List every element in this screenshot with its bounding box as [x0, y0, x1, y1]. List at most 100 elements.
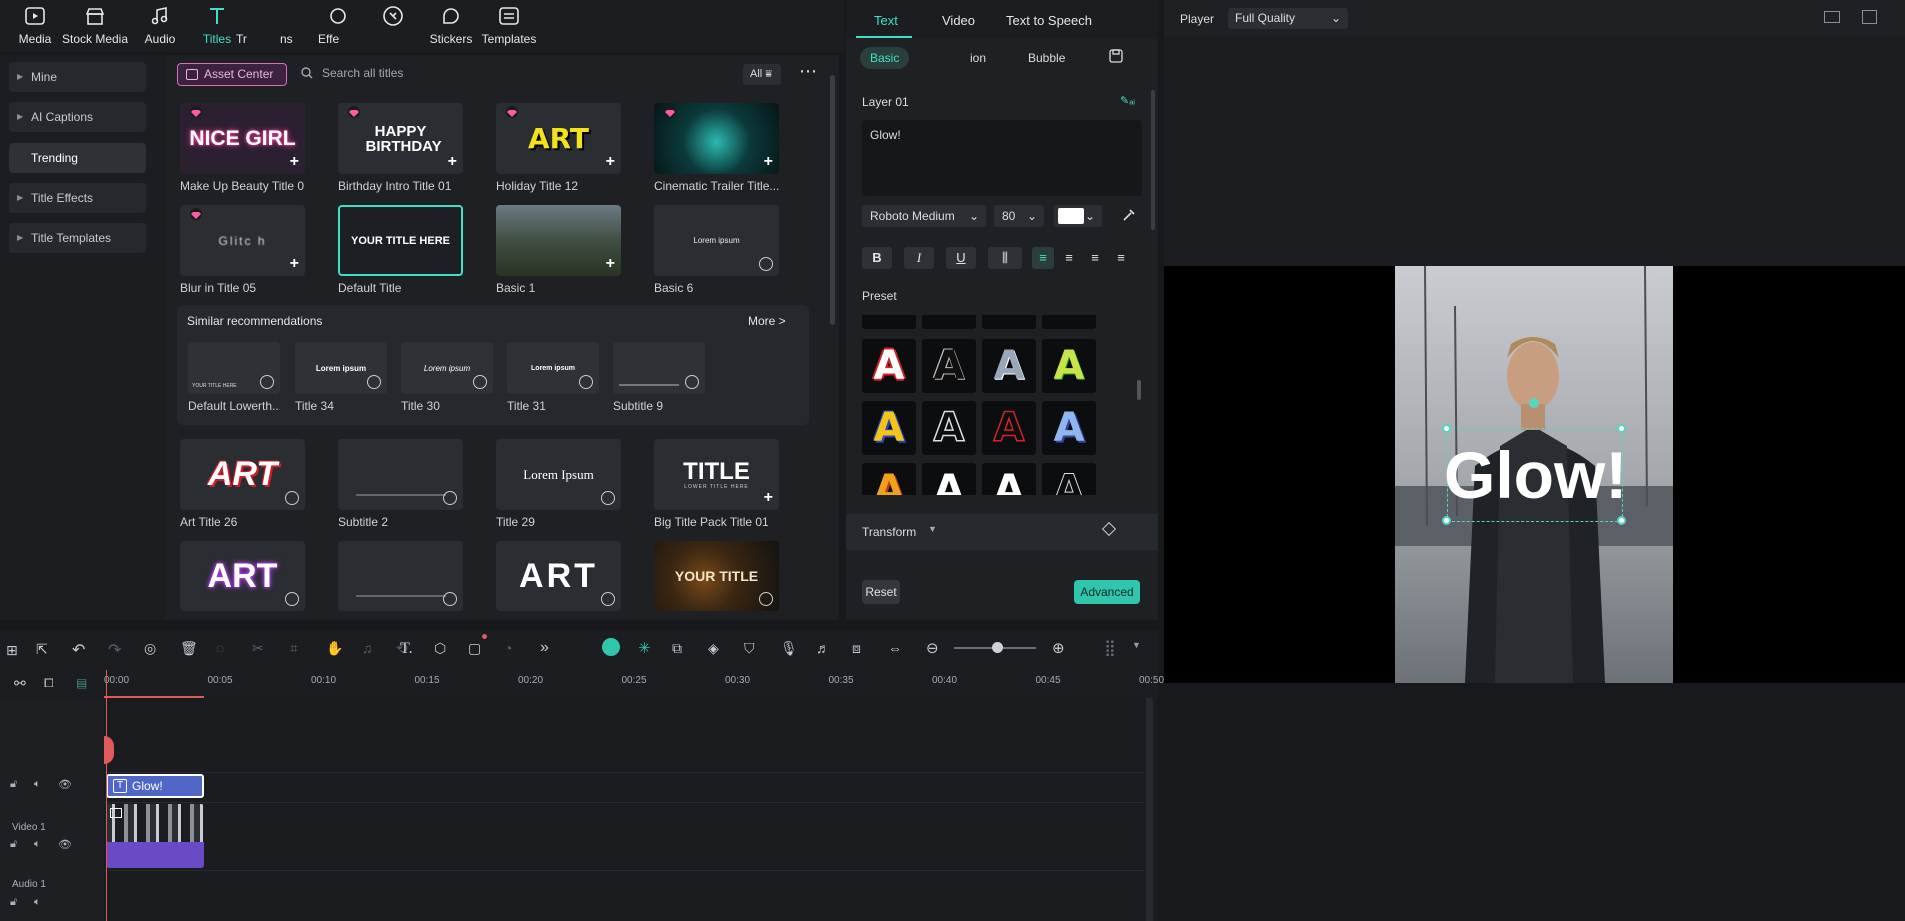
undo-icon[interactable]: ↶ [72, 640, 85, 660]
preset-scrollbar[interactable] [1137, 380, 1141, 400]
preset-tile[interactable]: A [982, 401, 1036, 455]
title-tile[interactable]: HAPPY BIRTHDAY + Birthday Intro Title 01 [338, 103, 463, 193]
preset-tile[interactable]: A [982, 315, 1036, 329]
download-icon[interactable] [260, 375, 274, 389]
add-icon[interactable]: + [606, 154, 615, 170]
tab-text-to-speech[interactable]: Text to Speech [1006, 13, 1092, 28]
download-icon[interactable] [443, 491, 457, 505]
ai-tool-icon[interactable]: ◎ [144, 640, 156, 657]
title-text-input[interactable]: Glow! [862, 120, 1142, 196]
preset-tile[interactable]: A [922, 401, 976, 455]
download-icon[interactable] [601, 592, 615, 606]
download-icon[interactable] [285, 491, 299, 505]
download-icon[interactable] [759, 592, 773, 606]
title-tile[interactable]: NICE GIRL + Make Up Beauty Title 01 [180, 103, 305, 193]
title-tile[interactable]: Lorem ipsum Basic 6 [654, 205, 779, 295]
video-clip[interactable] [106, 804, 204, 868]
volume-icon[interactable]: 🔈︎ [34, 778, 41, 791]
zoom-slider-handle[interactable] [992, 642, 1003, 653]
toolbar-effects[interactable]: Effe [318, 4, 358, 46]
select-tool-icon[interactable]: ⇱ [36, 641, 48, 658]
preset-tile[interactable]: A [1042, 315, 1096, 329]
props-scrollbar[interactable] [1151, 90, 1155, 230]
title-tile[interactable]: ART + Holiday Title 12 [496, 103, 621, 193]
download-icon[interactable] [473, 375, 487, 389]
resize-handle[interactable] [1442, 516, 1451, 525]
resize-handle[interactable] [1617, 424, 1626, 433]
preview-title-text[interactable]: Glow! [1444, 437, 1627, 513]
align-left-button[interactable]: ≡ [1032, 247, 1054, 269]
lock-icon[interactable]: 🔓︎ [10, 838, 17, 851]
title-clip[interactable]: T Glow! [106, 774, 204, 798]
title-tile[interactable]: ART [496, 541, 621, 611]
resize-handle[interactable] [1617, 516, 1626, 525]
fit-icon[interactable]: ⇔ [888, 640, 902, 656]
title-tile[interactable]: + Cinematic Trailer Title... [654, 103, 779, 193]
recommendation-tile[interactable]: Lorem ipsum Title 31 [507, 342, 599, 413]
split-icon[interactable]: ✂ [252, 640, 264, 657]
microphone-icon[interactable]: 🎙 [780, 640, 798, 657]
recommendation-tile[interactable]: Lorem ipsum Title 30 [401, 342, 493, 413]
download-icon[interactable] [579, 375, 593, 389]
align-center-button[interactable]: ≡ [1058, 247, 1080, 269]
volume-icon[interactable]: 🔈︎ [34, 838, 41, 851]
lock-icon[interactable]: 🔓︎ [10, 896, 17, 909]
preset-tile[interactable]: A [922, 463, 976, 495]
preset-tile[interactable]: A [982, 463, 1036, 495]
crop-icon[interactable]: ◌ [216, 640, 224, 656]
caret-down-icon[interactable]: ▼ [1132, 640, 1141, 650]
stabilize-icon[interactable]: ◔ [504, 640, 512, 656]
text-tool-icon[interactable]: T. [400, 640, 413, 658]
sidebar-item-title-templates[interactable]: ▶ Title Templates [9, 223, 146, 253]
preset-tile[interactable]: A [1042, 463, 1096, 495]
recommendation-tile[interactable]: Subtitle 9 [613, 342, 705, 413]
add-icon[interactable]: + [764, 154, 773, 170]
shield-icon[interactable]: ⛉ [744, 640, 755, 657]
download-icon[interactable] [367, 375, 381, 389]
rotate-handle[interactable] [1529, 398, 1539, 408]
sidebar-item-mine[interactable]: ▶ Mine [9, 62, 146, 92]
recommendation-tile[interactable]: YOUR TITLE HERE Default Lowerth... [188, 342, 280, 413]
add-icon[interactable]: + [290, 256, 299, 272]
recommendation-tile[interactable]: Lorem ipsum Title 34 [295, 342, 387, 413]
title-tile[interactable]: Subtitle 2 [338, 439, 463, 529]
resize-handle[interactable] [1442, 424, 1451, 433]
sidebar-item-title-effects[interactable]: ▶ Title Effects [9, 183, 146, 213]
download-icon[interactable] [285, 592, 299, 606]
sidebar-item-trending[interactable]: Trending [9, 143, 146, 173]
add-icon[interactable]: + [290, 154, 299, 170]
preset-tile[interactable]: A [1042, 339, 1096, 393]
preset-tile[interactable]: A [862, 315, 916, 329]
render-icon[interactable]: ⧉ [672, 640, 682, 657]
toolbar-transitions-label-tail[interactable]: ns [280, 4, 310, 46]
audio-mixer-icon[interactable]: ♬ [816, 640, 830, 656]
text-spacing-button[interactable]: ⫼ [988, 247, 1022, 269]
snapshot-icon[interactable] [1862, 10, 1877, 24]
marker-icon[interactable]: ◈ [708, 640, 719, 657]
more-options-icon[interactable]: ⋯ [799, 61, 817, 82]
reset-button[interactable]: Reset [862, 580, 900, 604]
crop-frame-icon[interactable]: ⌗ [290, 640, 298, 657]
justify-button[interactable]: ≡ [1110, 247, 1132, 269]
title-tile[interactable]: + Basic 1 [496, 205, 621, 295]
snap-icon[interactable]: ▤ [76, 676, 87, 690]
lock-icon[interactable]: 🔓︎ [10, 778, 17, 791]
layout-icon[interactable]: ⊞ [6, 642, 18, 659]
underline-button[interactable]: U [946, 247, 976, 269]
more-tools-icon[interactable]: » [540, 639, 549, 657]
preset-tile[interactable]: A [922, 339, 976, 393]
download-icon[interactable] [759, 257, 773, 271]
eye-icon[interactable]: 👁︎ [58, 778, 72, 791]
keyframe-box-icon[interactable]: ▢ [468, 640, 481, 657]
playhead[interactable] [106, 670, 107, 921]
zoom-out-icon[interactable]: ⊖ [926, 639, 939, 657]
mask-icon[interactable]: ⬡ [434, 640, 446, 657]
filter-dropdown[interactable]: All ⩸ [743, 64, 781, 85]
auto-highlight-icon[interactable] [602, 638, 620, 656]
preset-tile[interactable]: A [862, 401, 916, 455]
audio-adjust-icon[interactable]: ♫ [362, 640, 373, 656]
title-tile[interactable]: YOUR TITLE [654, 541, 779, 611]
preset-tile[interactable]: A [922, 315, 976, 329]
ai-edit-icon[interactable]: ✎ₐᵢ [1120, 94, 1135, 107]
title-tile-selected[interactable]: YOUR TITLE HERE Default Title [338, 205, 463, 295]
